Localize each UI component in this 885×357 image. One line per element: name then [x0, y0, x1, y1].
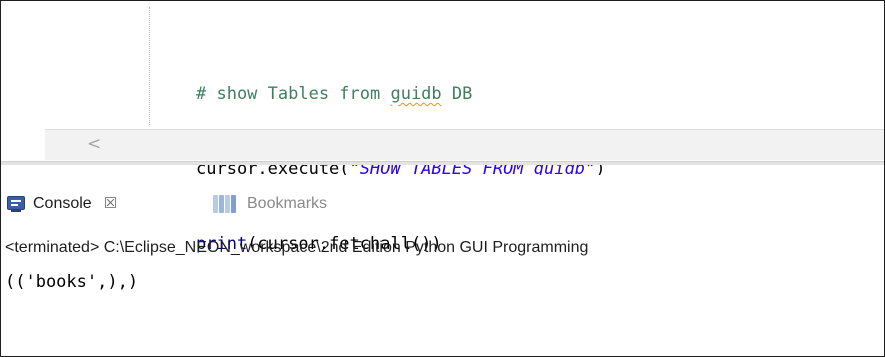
ide-window: # show Tables from guidb DB cursor.execu… [0, 0, 885, 357]
indent-guide [149, 7, 150, 125]
scroll-left-icon[interactable]: < [87, 134, 101, 154]
misspelled-word[interactable]: guidb [390, 84, 441, 104]
close-icon[interactable]: ☒ [104, 196, 117, 212]
editor-gutter [1, 1, 45, 129]
tab-bookmarks-label: Bookmarks [247, 195, 328, 212]
tab-console-label: Console [33, 195, 92, 212]
editor-bottom-border [1, 161, 884, 165]
console-output[interactable]: (('books',),) [5, 272, 138, 292]
console-status-line: <terminated> C:\Eclipse_NEON_workspace\2… [5, 239, 589, 256]
bookmarks-icon [213, 194, 239, 214]
view-tab-bar: Console ☒ Bookmarks [1, 175, 884, 233]
code-text[interactable]: # show Tables from guidb DB cursor.execu… [196, 32, 605, 307]
comment-text: # show Tables from guidb DB [196, 84, 473, 104]
code-editor[interactable]: # show Tables from guidb DB cursor.execu… [1, 1, 884, 254]
horizontal-scrollbar[interactable]: < [45, 129, 884, 160]
tab-bookmarks[interactable]: Bookmarks [213, 191, 327, 217]
code-line-comment: # show Tables from guidb DB [196, 82, 605, 107]
tab-console[interactable]: Console ☒ [7, 191, 117, 217]
console-icon [7, 196, 25, 212]
